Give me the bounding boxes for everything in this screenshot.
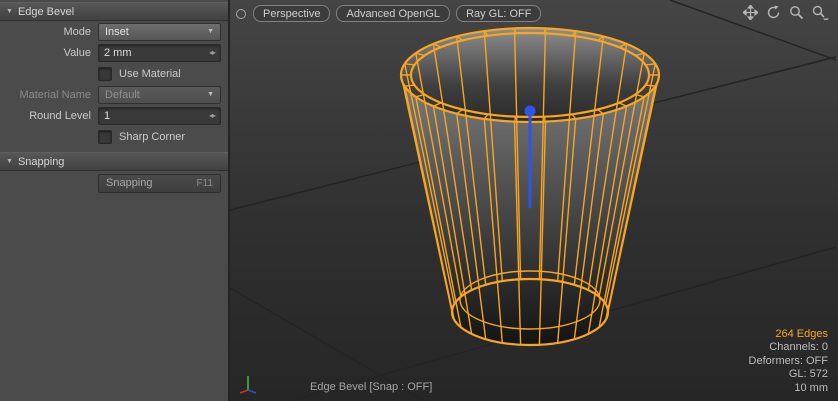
round-level-input[interactable]: 1 ◂▸ [98, 107, 221, 125]
value-input[interactable]: 2 mm ◂▸ [98, 44, 221, 62]
pan-icon[interactable] [743, 5, 758, 20]
gl-count: GL: 572 [749, 368, 828, 382]
mode-row: Mode Inset ▼ [0, 21, 228, 42]
snapping-section-header[interactable]: ▼ Snapping [0, 152, 228, 171]
axis-gizmo-icon [238, 372, 260, 394]
mini-slider-icon[interactable]: ◂▸ [209, 111, 215, 120]
chevron-down-icon: ▼ [207, 91, 214, 98]
mode-label: Mode [7, 26, 98, 38]
collapse-triangle-icon: ▼ [6, 158, 13, 165]
chevron-down-icon: ▼ [207, 28, 214, 35]
collapse-triangle-icon: ▼ [6, 8, 13, 15]
zoom-icon[interactable] [789, 5, 804, 20]
viewport-3d[interactable]: Perspective Advanced OpenGL Ray GL: OFF [230, 0, 838, 401]
channels-count: Channels: 0 [749, 341, 828, 355]
edges-count: 264 Edges [749, 328, 828, 342]
material-name-label: Material Name [7, 89, 98, 101]
snapping-button[interactable]: Snapping F11 [98, 174, 221, 193]
snapping-row: Snapping F11 [0, 171, 228, 195]
properties-panel: ▼ Edge Bevel Mode Inset ▼ Value 2 mm ◂▸ [0, 0, 230, 401]
mini-slider-icon[interactable]: ◂▸ [209, 48, 215, 57]
deformers-status: Deformers: OFF [749, 355, 828, 369]
ray-gl-button[interactable]: Ray GL: OFF [456, 5, 541, 22]
material-name-dropdown[interactable]: Default ▼ [98, 86, 221, 104]
viewport-toolbar: Perspective Advanced OpenGL Ray GL: OFF [236, 5, 541, 22]
section-title-snapping: Snapping [18, 156, 65, 168]
rotate-icon[interactable] [766, 5, 781, 20]
snapping-button-label: Snapping [106, 177, 153, 189]
round-level-row: Round Level 1 ◂▸ [0, 105, 228, 126]
value-row: Value 2 mm ◂▸ [0, 42, 228, 63]
perspective-button[interactable]: Perspective [253, 5, 330, 22]
material-name-value: Default [105, 89, 140, 101]
grid-size: 10 mm [749, 382, 828, 396]
viewport-info-block: 264 Edges Channels: 0 Deformers: OFF GL:… [749, 328, 828, 396]
viewport-nav-icons [743, 5, 829, 20]
sharp-corner-checkbox[interactable] [98, 130, 112, 144]
use-material-row: Use Material [0, 63, 228, 84]
mode-value: Inset [105, 26, 129, 38]
shading-mode-button[interactable]: Advanced OpenGL [336, 5, 450, 22]
value-text: 2 mm [104, 47, 132, 59]
round-level-text: 1 [104, 110, 110, 122]
use-material-checkbox[interactable] [98, 67, 112, 81]
zoom-region-icon[interactable] [812, 5, 829, 20]
scene-svg [230, 0, 836, 401]
value-label: Value [7, 47, 98, 59]
material-name-row: Material Name Default ▼ [0, 84, 228, 105]
snapping-shortcut: F11 [197, 178, 214, 189]
round-level-label: Round Level [7, 110, 98, 122]
section-title-edge-bevel: Edge Bevel [18, 6, 74, 18]
mode-dropdown[interactable]: Inset ▼ [98, 23, 221, 41]
cup-mesh[interactable] [401, 28, 659, 345]
viewport-menu-icon[interactable] [236, 9, 246, 19]
tool-status-text: Edge Bevel [Snap : OFF] [310, 381, 432, 393]
use-material-label: Use Material [119, 68, 181, 80]
sharp-corner-row: Sharp Corner [0, 126, 228, 147]
sharp-corner-label: Sharp Corner [119, 131, 185, 143]
app-window: ▼ Edge Bevel Mode Inset ▼ Value 2 mm ◂▸ [0, 0, 838, 401]
edge-bevel-section-header[interactable]: ▼ Edge Bevel [0, 2, 228, 21]
